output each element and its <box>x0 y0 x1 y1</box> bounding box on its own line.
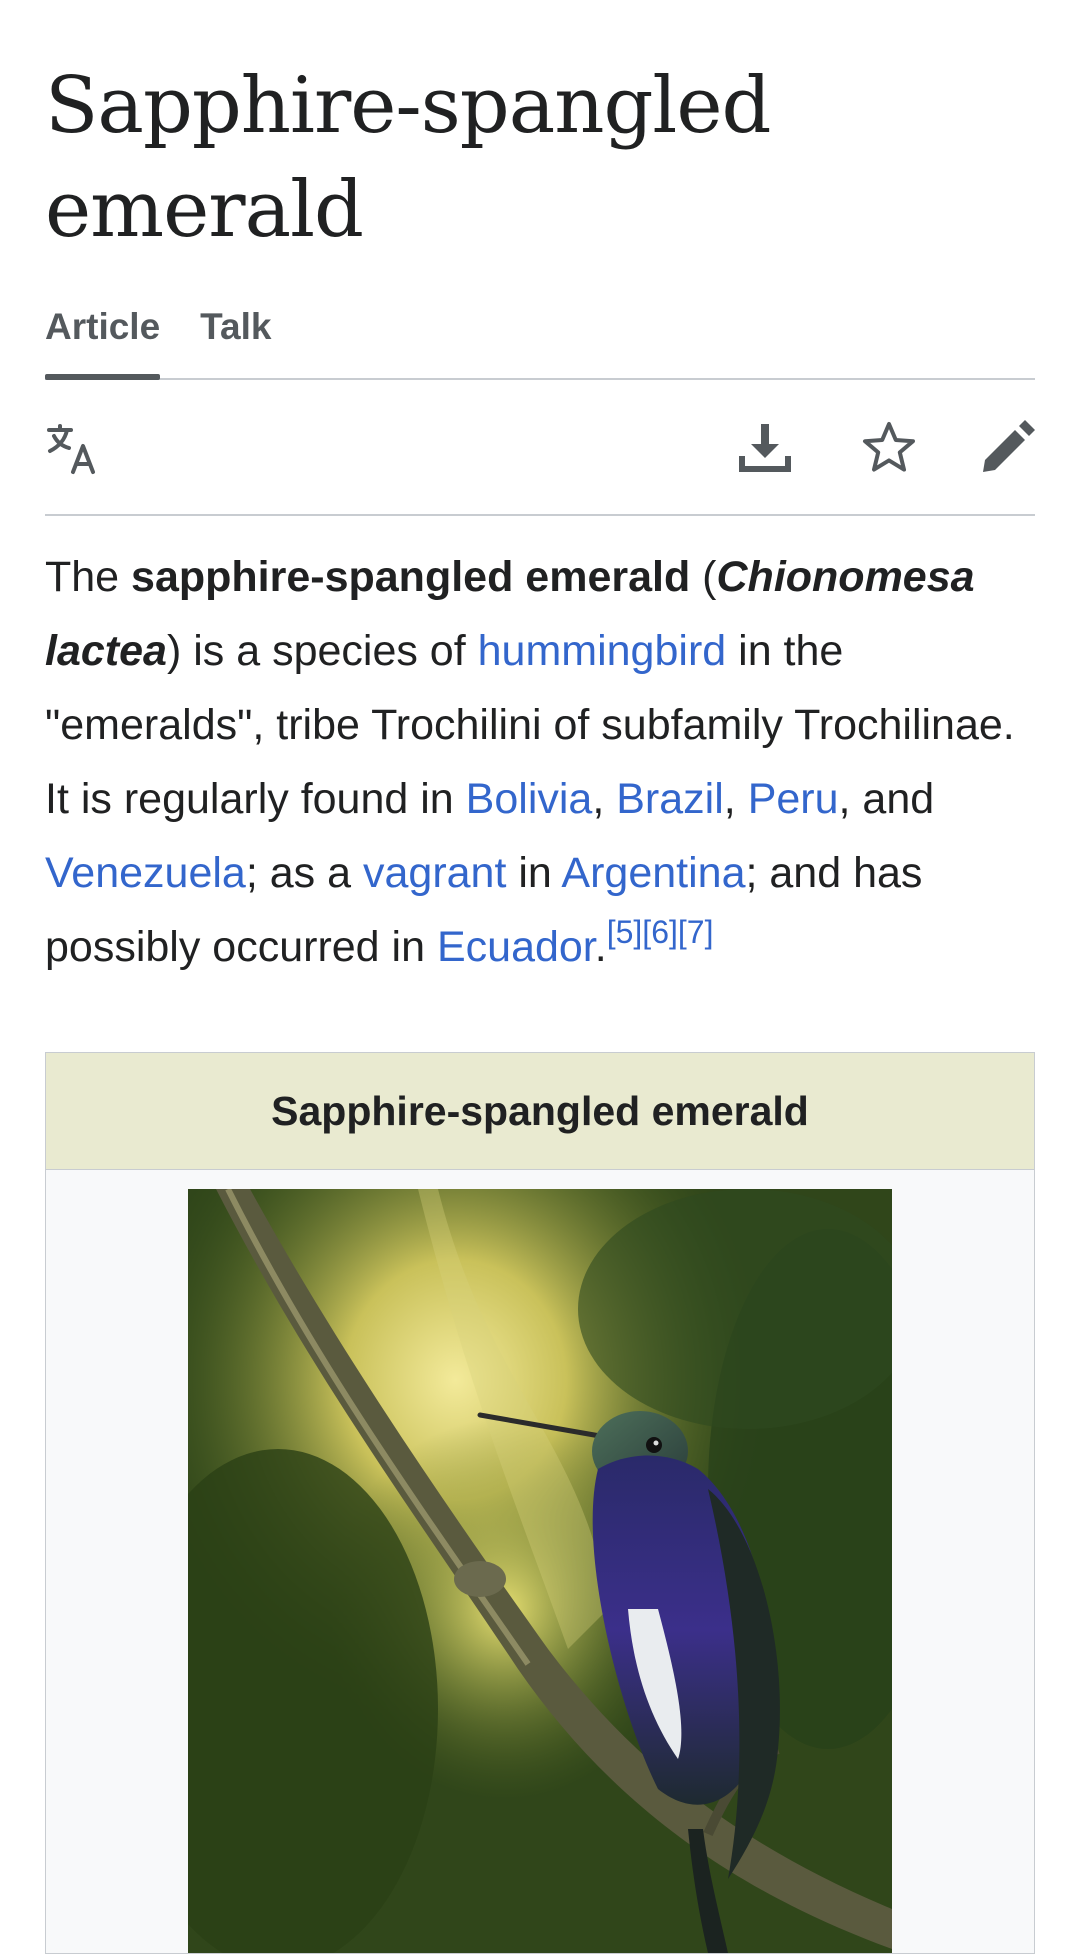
download-button[interactable] <box>737 420 793 476</box>
lead-text: , <box>723 775 748 823</box>
page-title: Sapphire-spangled emerald <box>45 61 771 255</box>
infobox: Sapphire-spangled emerald <box>45 1052 1035 1954</box>
link-vagrant[interactable]: vagrant <box>363 849 506 897</box>
infobox-image[interactable] <box>188 1189 892 1953</box>
page-actions-toolbar <box>45 380 1035 516</box>
link-brazil[interactable]: Brazil <box>616 775 724 823</box>
lead-text: , and <box>838 775 935 823</box>
lead-bold-name: sapphire-spangled emerald <box>131 553 691 601</box>
lead-text: ; as a <box>245 849 363 897</box>
tab-article[interactable]: Article <box>45 296 161 380</box>
lead-text: The <box>45 553 132 601</box>
lead-text: ) is a species of <box>166 627 478 675</box>
link-hummingbird[interactable]: hummingbird <box>478 627 727 675</box>
download-icon <box>737 420 793 476</box>
article-page: Sapphire-spangled emerald Article Talk T… <box>45 0 1035 1954</box>
namespace-tabs: Article Talk <box>45 296 1035 380</box>
link-peru[interactable]: Peru <box>748 775 839 823</box>
infobox-title: Sapphire-spangled emerald <box>46 1053 1034 1170</box>
link-bolivia[interactable]: Bolivia <box>466 775 593 823</box>
lead-text: , <box>592 775 617 823</box>
lead-text: in <box>506 849 562 897</box>
hummingbird-photo <box>188 1189 892 1953</box>
watch-button[interactable] <box>861 420 917 476</box>
lead-text: . <box>594 923 607 971</box>
lead-text: ( <box>690 553 717 601</box>
lead-paragraph: The sapphire-spangled emerald (Chionomes… <box>45 540 1035 984</box>
star-icon <box>861 420 917 476</box>
tab-talk[interactable]: Talk <box>200 296 271 366</box>
pencil-icon <box>979 420 1035 476</box>
link-argentina[interactable]: Argentina <box>561 849 745 897</box>
translate-icon <box>45 420 101 476</box>
edit-button[interactable] <box>979 420 1035 476</box>
reference-links[interactable]: [5][6][7] <box>607 914 714 950</box>
link-venezuela[interactable]: Venezuela <box>45 849 246 897</box>
language-button[interactable] <box>45 420 101 476</box>
link-ecuador[interactable]: Ecuador <box>437 923 595 971</box>
